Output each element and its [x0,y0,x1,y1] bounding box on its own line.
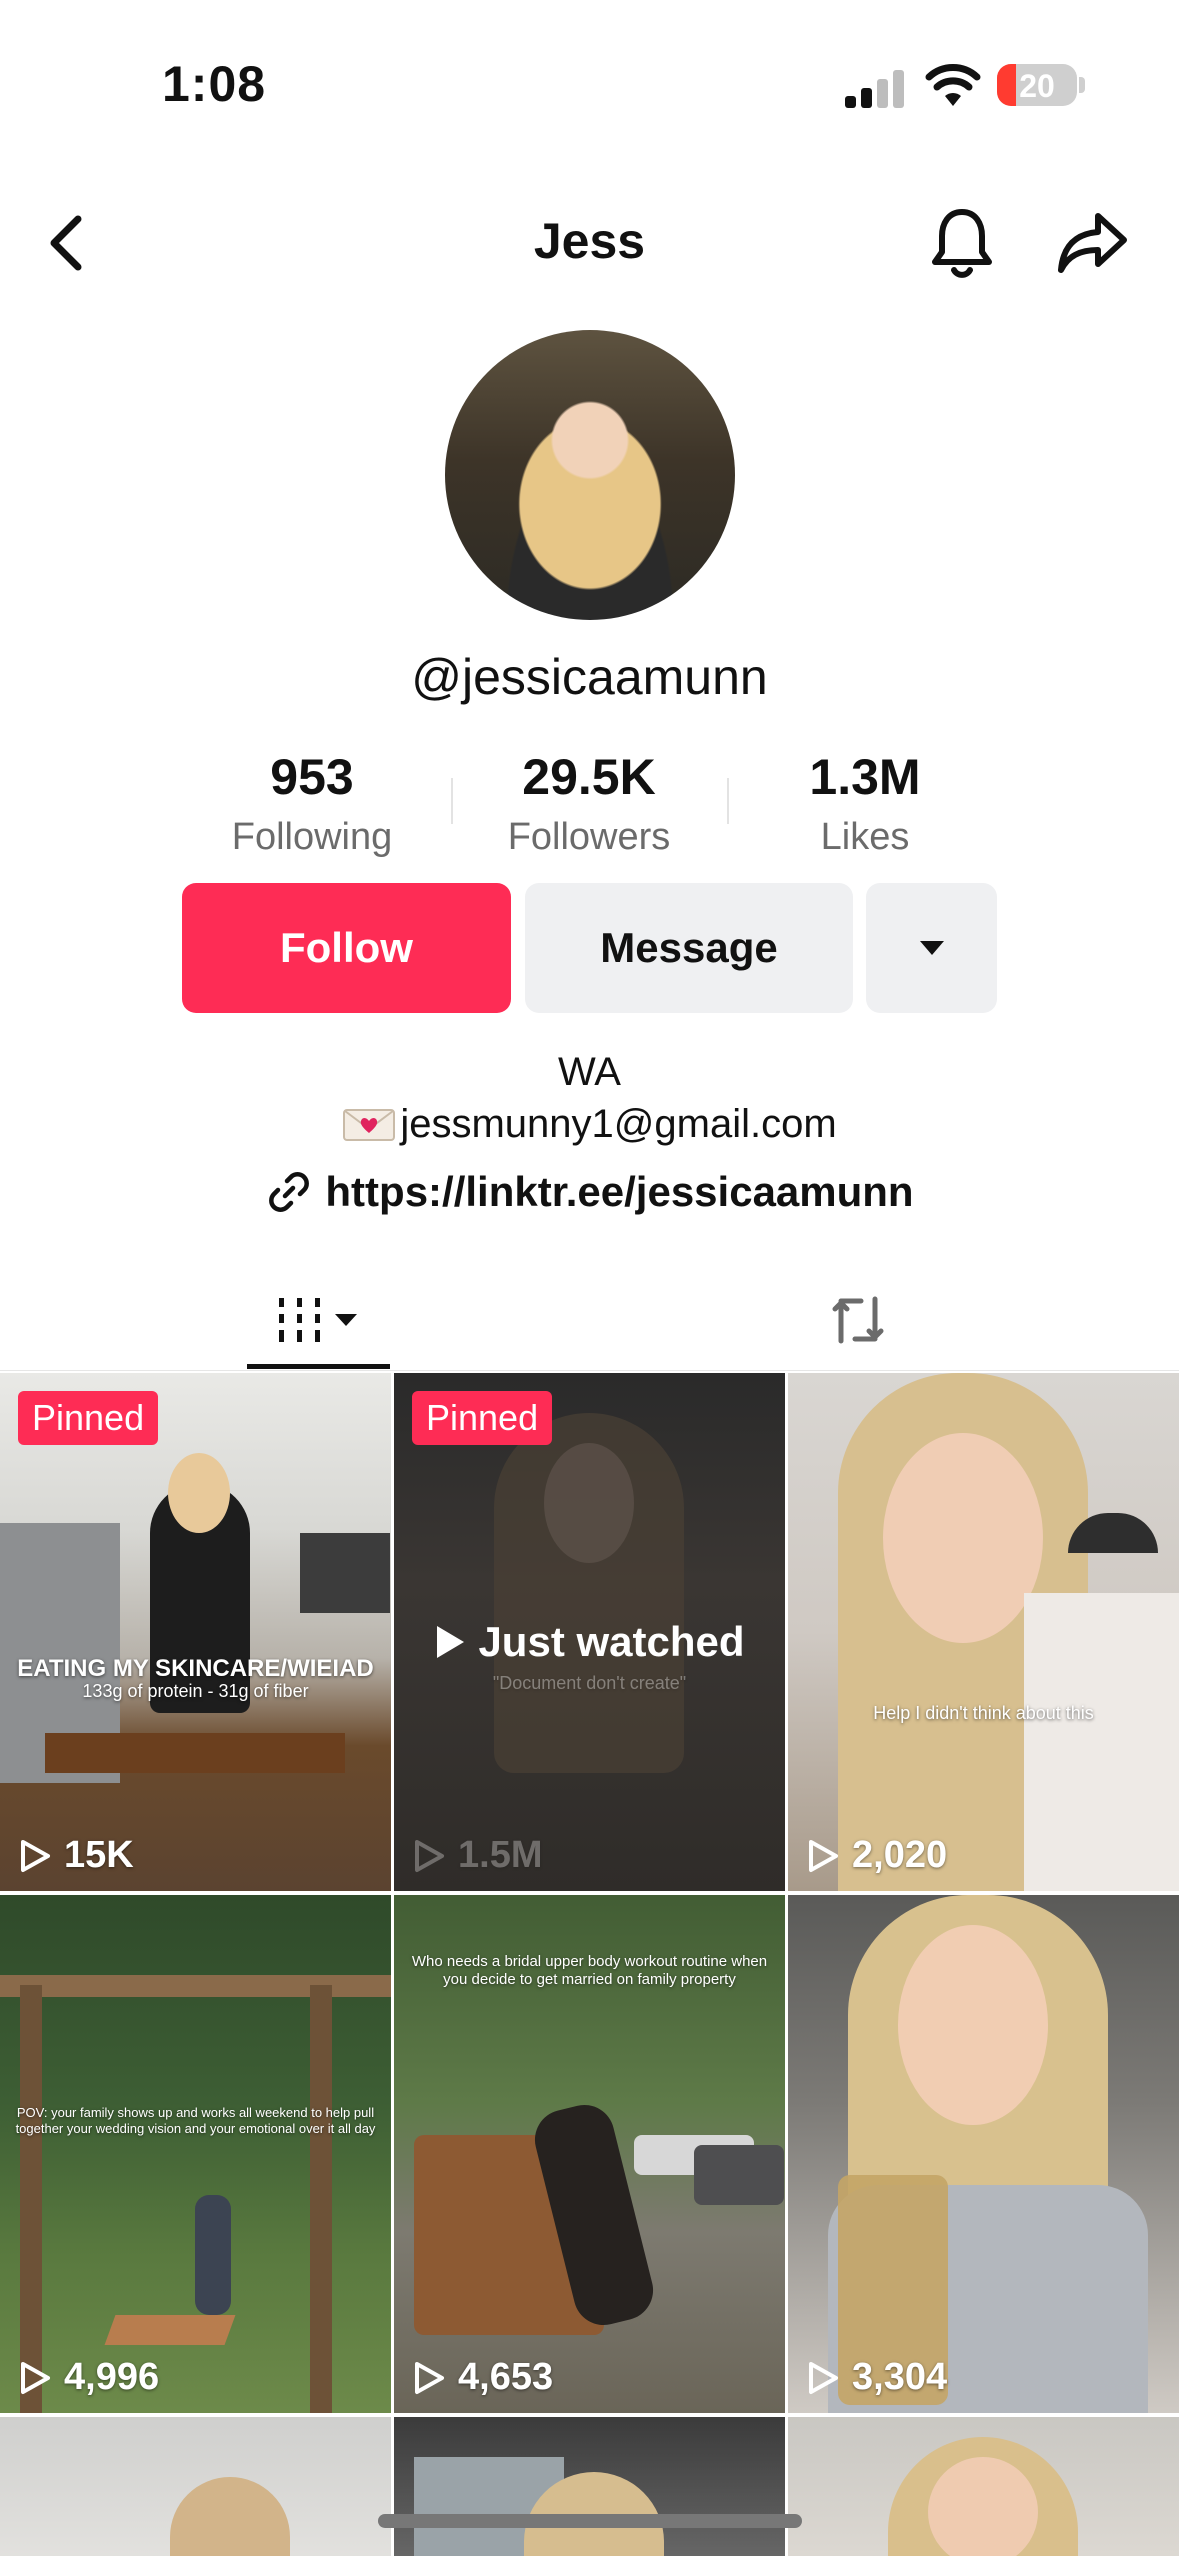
stat-following[interactable]: 953 Following [197,748,427,859]
pinned-badge: Pinned [412,1391,553,1445]
view-count-value: 4,653 [458,2356,554,2398]
view-count-value: 15K [64,1834,134,1876]
video-caption: Who needs a bridal upper body workout ro… [411,1953,768,1988]
view-count: 4,653 [412,2356,553,2399]
tab-reposts[interactable] [778,1270,938,1370]
tab-indicator [247,1364,390,1369]
stat-label: Followers [507,816,671,858]
battery-tip [1079,77,1085,93]
view-count-value: 4,996 [64,2356,160,2398]
battery-level: 20 [1019,68,1055,104]
home-indicator [378,2514,802,2528]
stat-divider [451,778,453,824]
video-caption: Help I didn't think about this [873,1703,1094,1723]
tab-divider [0,1370,1179,1371]
wifi-icon [925,62,981,108]
video-caption: EATING MY SKINCARE/WIEIAD [17,1655,374,1682]
stat-value: 953 [270,749,354,805]
video-thumbnail[interactable] [0,2417,391,2556]
notification-button[interactable] [922,203,1002,283]
video-thumbnail[interactable]: Pinned Just watched "Document don't crea… [394,1373,785,1891]
follow-button[interactable]: Follow [182,883,511,1013]
just-watched-text: Just watched [478,1618,745,1665]
bell-icon [932,209,992,278]
stat-likes[interactable]: 1.3M Likes [750,748,980,859]
play-icon [809,1839,838,1872]
share-button[interactable] [1053,203,1133,283]
view-count: 15K [18,1834,134,1877]
avatar[interactable] [445,330,735,620]
repost-icon [832,1296,884,1344]
battery-icon: 20 [997,64,1077,106]
stat-followers[interactable]: 29.5K Followers [474,748,704,859]
tab-videos[interactable] [240,1270,400,1370]
bio-email-row: jessmunny1@gmail.com [0,1102,1179,1147]
more-options-button[interactable] [866,883,997,1013]
bio-location: WA [558,1050,621,1094]
video-subcaption: 133g of protein - 31g of fiber [82,1681,309,1701]
video-thumbnail[interactable]: Who needs a bridal upper body workout ro… [394,1895,785,2413]
stat-label: Likes [820,816,910,858]
signal-icon [845,70,905,108]
view-count: 3,304 [806,2356,947,2399]
share-icon [1058,213,1127,273]
status-time: 1:08 [162,56,267,112]
video-thumbnail[interactable] [394,2417,785,2556]
video-thumbnail[interactable] [788,2417,1179,2556]
just-watched-label: Just watched [394,1618,785,1666]
stat-value: 29.5K [522,749,656,805]
play-icon [21,2361,50,2394]
play-icon [21,1839,50,1872]
play-icon [415,1839,444,1872]
video-thumbnail[interactable]: 3,304 [788,1895,1179,2413]
stat-value: 1.3M [809,749,921,805]
message-button[interactable]: Message [525,883,853,1013]
view-count: 2,020 [806,1834,947,1877]
view-count-value: 3,304 [852,2356,948,2398]
dropdown-icon [919,941,944,955]
grid-icon [279,1298,357,1342]
dropdown-icon [335,1314,357,1326]
page-title: Jess [533,213,646,269]
stat-label: Following [231,816,393,858]
play-icon [437,1626,465,1658]
video-thumbnail[interactable]: Pinned EATING MY SKINCARE/WIEIAD 133g of… [0,1373,391,1891]
envelope-icon [343,1108,396,1141]
link-text: https://linktr.ee/jessicaamunn [325,1168,914,1215]
pinned-badge: Pinned [18,1391,159,1445]
video-subcaption: "Document don't create" [492,1673,687,1693]
username: @jessicaamunn [411,649,768,705]
video-thumbnail[interactable]: POV: your family shows up and works all … [0,1895,391,2413]
view-count: 1.5M [412,1834,542,1877]
video-thumbnail[interactable]: Help I didn't think about this 2,020 [788,1373,1179,1891]
view-count: 4,996 [18,2356,159,2399]
profile-link[interactable]: https://linktr.ee/jessicaamunn [0,1168,1179,1216]
view-count-value: 1.5M [458,1834,543,1876]
video-caption: POV: your family shows up and works all … [15,2105,376,2136]
link-icon [269,1172,310,1212]
bio-email: jessmunny1@gmail.com [400,1102,837,1146]
stat-divider [727,778,729,824]
play-icon [415,2361,444,2394]
view-count-value: 2,020 [852,1834,948,1876]
play-icon [809,2361,838,2394]
